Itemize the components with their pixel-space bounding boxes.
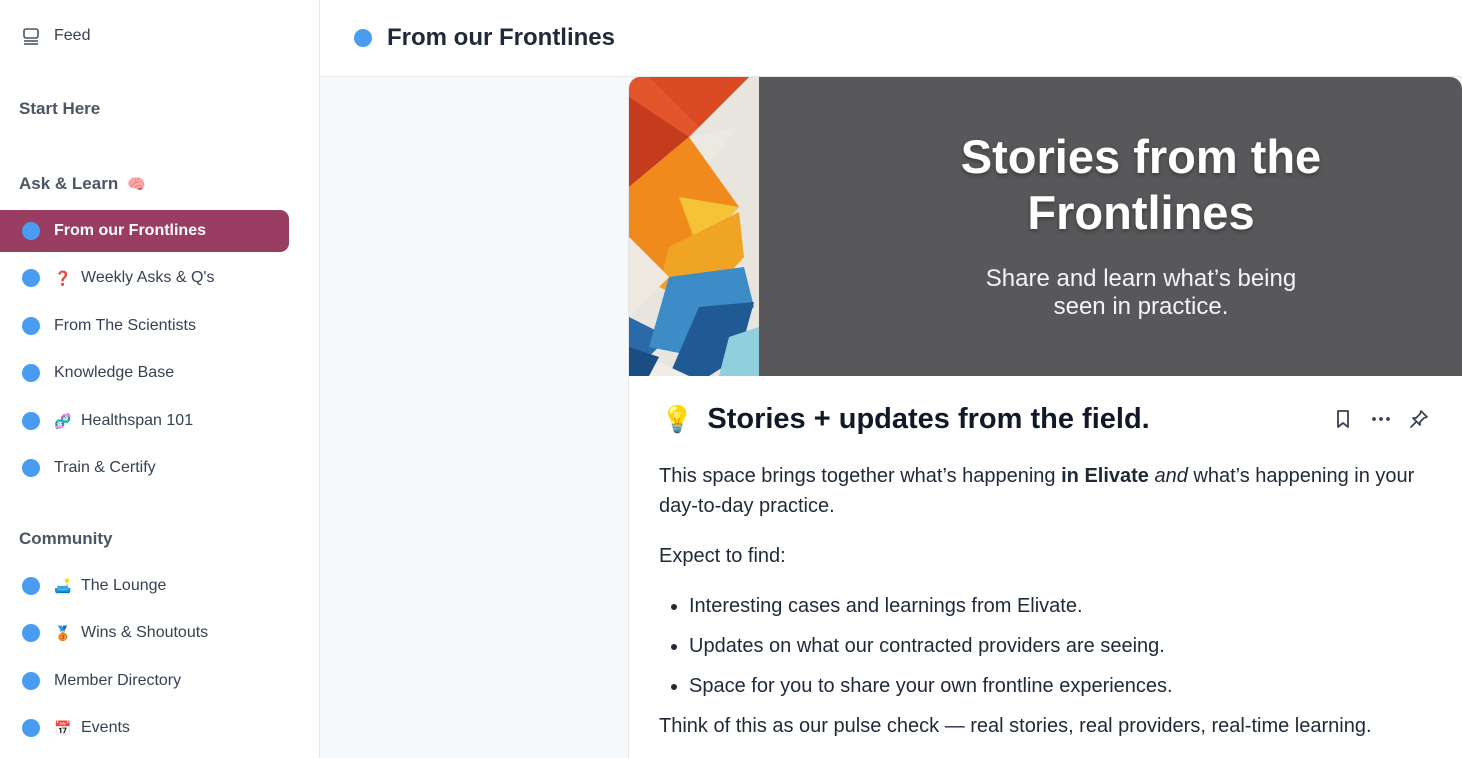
sidebar-item-weekly-asks[interactable]: ❓ Weekly Asks & Q's bbox=[0, 257, 289, 299]
space-dot-icon bbox=[22, 459, 40, 477]
brain-icon: 🧠 bbox=[126, 176, 146, 193]
intro-italic-text: and bbox=[1154, 465, 1188, 487]
sidebar-item-label: Weekly Asks & Q's bbox=[81, 269, 215, 286]
intro-bold-text: in Elivate bbox=[1061, 465, 1149, 487]
medal-icon: 🥉 bbox=[54, 624, 72, 641]
section-community[interactable]: Community bbox=[19, 529, 113, 549]
sidebar-item-healthspan-101[interactable]: 🧬 Healthspan 101 bbox=[0, 400, 289, 442]
list-item: Updates on what our contracted providers… bbox=[689, 631, 1428, 661]
sidebar-item-label: Knowledge Base bbox=[54, 364, 175, 381]
banner-title-line: Stories from the bbox=[960, 130, 1322, 183]
banner-subtitle-line: Share and learn what’s being bbox=[985, 265, 1297, 292]
sidebar: Feed Start Here Ask & Learn 🧠 From our F… bbox=[0, 0, 320, 758]
main-content: From our Frontlines Stories from the Fro… bbox=[320, 0, 1462, 758]
space-dot-icon bbox=[22, 719, 40, 737]
list-item: Interesting cases and learnings from Eli… bbox=[689, 591, 1428, 621]
lightbulb-icon: 💡 bbox=[661, 403, 694, 434]
sidebar-item-label: Events bbox=[81, 719, 130, 736]
sidebar-item-from-the-scientists[interactable]: From The Scientists bbox=[0, 305, 289, 347]
sidebar-item-from-our-frontlines[interactable]: From our Frontlines bbox=[0, 210, 289, 252]
post-bullet-list: Interesting cases and learnings from Eli… bbox=[689, 591, 1428, 701]
space-dot-icon bbox=[22, 624, 40, 642]
section-start-here[interactable]: Start Here bbox=[19, 99, 100, 119]
feed-icon bbox=[23, 28, 39, 45]
bookmark-icon[interactable] bbox=[1332, 408, 1354, 430]
post-header: 💡 Stories + updates from the field. bbox=[661, 399, 1430, 439]
sidebar-item-events[interactable]: 📅 Events bbox=[0, 707, 289, 749]
sidebar-item-label: The Lounge bbox=[81, 577, 167, 594]
section-title-label: Ask & Learn bbox=[19, 174, 119, 193]
space-header: From our Frontlines bbox=[320, 0, 1462, 77]
space-dot-icon bbox=[22, 222, 40, 240]
list-item: Space for you to share your own frontlin… bbox=[689, 671, 1428, 701]
more-options-icon[interactable] bbox=[1370, 408, 1392, 430]
post-title: Stories + updates from the field. bbox=[707, 402, 1150, 435]
pin-icon[interactable] bbox=[1408, 408, 1430, 430]
question-mark-icon: ❓ bbox=[54, 269, 72, 286]
dna-icon: 🧬 bbox=[54, 412, 72, 429]
page-title: From our Frontlines bbox=[387, 24, 615, 51]
space-dot-icon bbox=[22, 672, 40, 690]
banner-title: Stories from the Frontlines bbox=[819, 129, 1462, 241]
couch-icon: 🛋️ bbox=[54, 577, 72, 594]
banner-subtitle: Share and learn what’s being seen in pra… bbox=[819, 265, 1462, 321]
sidebar-item-label: From our Frontlines bbox=[54, 222, 206, 239]
intro-text: This space brings together what’s happen… bbox=[659, 465, 1062, 487]
space-dot-icon bbox=[22, 269, 40, 287]
post-card: Stories from the Frontlines Share and le… bbox=[628, 77, 1462, 758]
post-expect: Expect to find: bbox=[659, 545, 786, 567]
space-dot-icon bbox=[22, 364, 40, 382]
sidebar-item-knowledge-base[interactable]: Knowledge Base bbox=[0, 352, 289, 394]
space-dot-icon bbox=[22, 412, 40, 430]
post-cover-image: Stories from the Frontlines Share and le… bbox=[629, 77, 1462, 376]
sidebar-item-train-certify[interactable]: Train & Certify bbox=[0, 447, 289, 489]
banner-title-line: Frontlines bbox=[1027, 186, 1255, 239]
sidebar-item-wins-shoutouts[interactable]: 🥉 Wins & Shoutouts bbox=[0, 612, 289, 654]
calendar-icon: 📅 bbox=[54, 719, 72, 736]
sidebar-item-label: Feed bbox=[54, 27, 91, 44]
sidebar-item-member-directory[interactable]: Member Directory bbox=[0, 660, 289, 702]
post-closing: Think of this as our pulse check — real … bbox=[659, 715, 1372, 737]
sidebar-item-label: From The Scientists bbox=[54, 317, 196, 334]
sidebar-item-the-lounge[interactable]: 🛋️ The Lounge bbox=[0, 565, 289, 607]
space-dot-icon bbox=[22, 317, 40, 335]
space-dot-icon bbox=[354, 29, 372, 47]
sidebar-item-feed[interactable]: Feed bbox=[22, 27, 90, 45]
sidebar-item-label: Member Directory bbox=[54, 672, 182, 689]
banner-subtitle-line: seen in practice. bbox=[1053, 293, 1229, 320]
section-ask-learn[interactable]: Ask & Learn 🧠 bbox=[19, 174, 146, 194]
post-intro: This space brings together what’s happen… bbox=[659, 461, 1428, 521]
sidebar-item-label: Healthspan 101 bbox=[81, 412, 194, 429]
post-body: This space brings together what’s happen… bbox=[659, 461, 1428, 758]
sidebar-item-label: Train & Certify bbox=[54, 459, 156, 476]
post-actions bbox=[1332, 408, 1430, 430]
space-dot-icon bbox=[22, 577, 40, 595]
sidebar-item-label: Wins & Shoutouts bbox=[81, 624, 209, 641]
